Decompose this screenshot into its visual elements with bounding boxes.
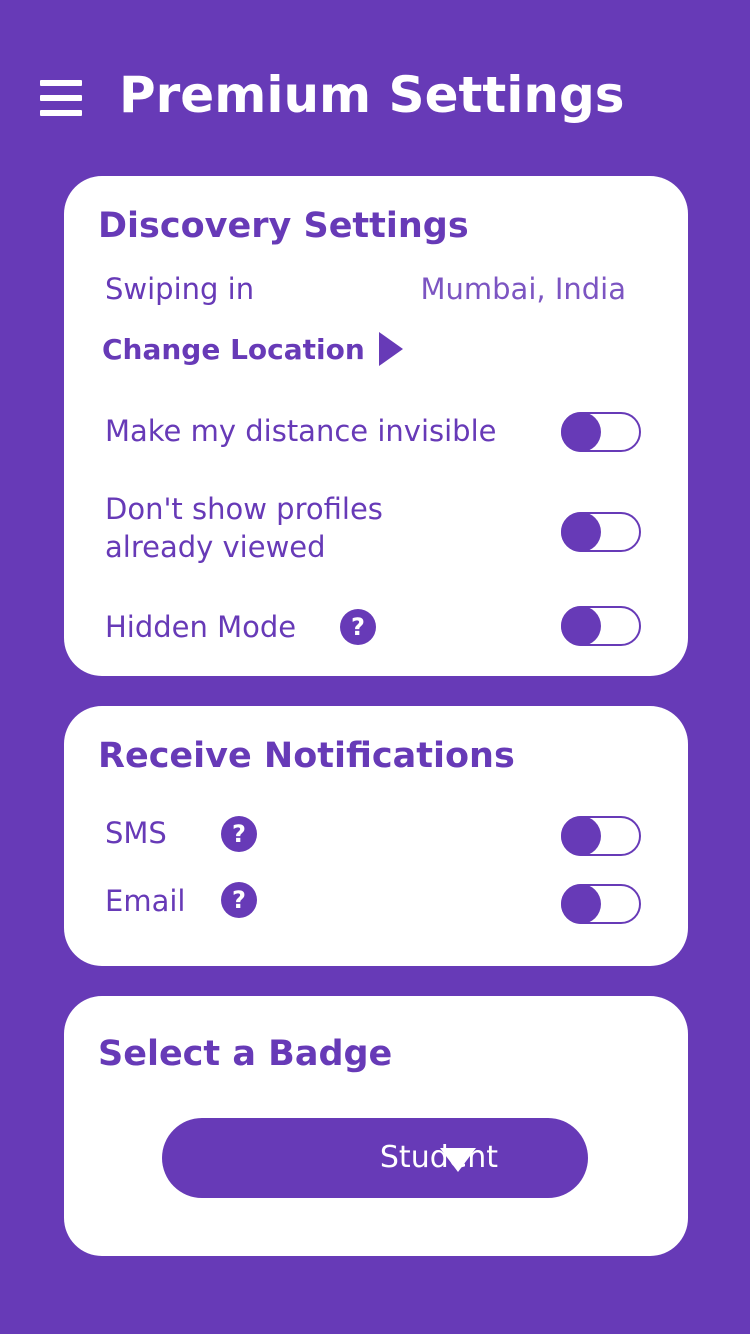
- email-help-icon[interactable]: ?: [221, 882, 257, 918]
- toggle-knob: [561, 606, 601, 646]
- distance-invisible-toggle[interactable]: [561, 412, 641, 452]
- distance-invisible-label: Make my distance invisible: [105, 414, 497, 448]
- hide-viewed-profiles-label-line2: already viewed: [105, 530, 326, 564]
- toggle-knob: [561, 884, 601, 924]
- sms-help-icon[interactable]: ?: [221, 816, 257, 852]
- change-location-link[interactable]: Change Location: [102, 332, 403, 366]
- receive-notifications-card: Receive Notifications SMS ? Email ?: [64, 706, 688, 966]
- hide-viewed-profiles-toggle[interactable]: [561, 512, 641, 552]
- discovery-settings-card: Discovery Settings Swiping in Mumbai, In…: [64, 176, 688, 676]
- email-label: Email: [105, 884, 186, 918]
- toggle-knob: [561, 412, 601, 452]
- swiping-in-label: Swiping in: [105, 272, 255, 306]
- hidden-mode-label: Hidden Mode: [105, 610, 297, 644]
- sms-toggle[interactable]: [561, 816, 641, 856]
- toggle-knob: [561, 816, 601, 856]
- select-badge-title: Select a Badge: [98, 1034, 393, 1074]
- badge-dropdown[interactable]: Student: [162, 1118, 588, 1198]
- hamburger-menu-icon[interactable]: [40, 80, 82, 116]
- select-badge-card: Select a Badge Student: [64, 996, 688, 1256]
- receive-notifications-title: Receive Notifications: [98, 736, 515, 776]
- hidden-mode-toggle[interactable]: [561, 606, 641, 646]
- page-title: Premium Settings: [119, 66, 625, 124]
- discovery-settings-title: Discovery Settings: [98, 206, 469, 246]
- premium-settings-screen: Premium Settings Discovery Settings Swip…: [0, 0, 750, 1334]
- email-toggle[interactable]: [561, 884, 641, 924]
- change-location-label: Change Location: [102, 332, 365, 366]
- swiping-location-value: Mumbai, India: [420, 272, 627, 306]
- sms-label: SMS: [105, 816, 167, 850]
- toggle-knob: [561, 512, 601, 552]
- play-arrow-icon: [378, 332, 403, 366]
- hide-viewed-profiles-label-line1: Don't show profiles: [105, 492, 383, 526]
- caret-down-icon: [440, 1148, 476, 1172]
- hidden-mode-help-icon[interactable]: ?: [340, 609, 376, 645]
